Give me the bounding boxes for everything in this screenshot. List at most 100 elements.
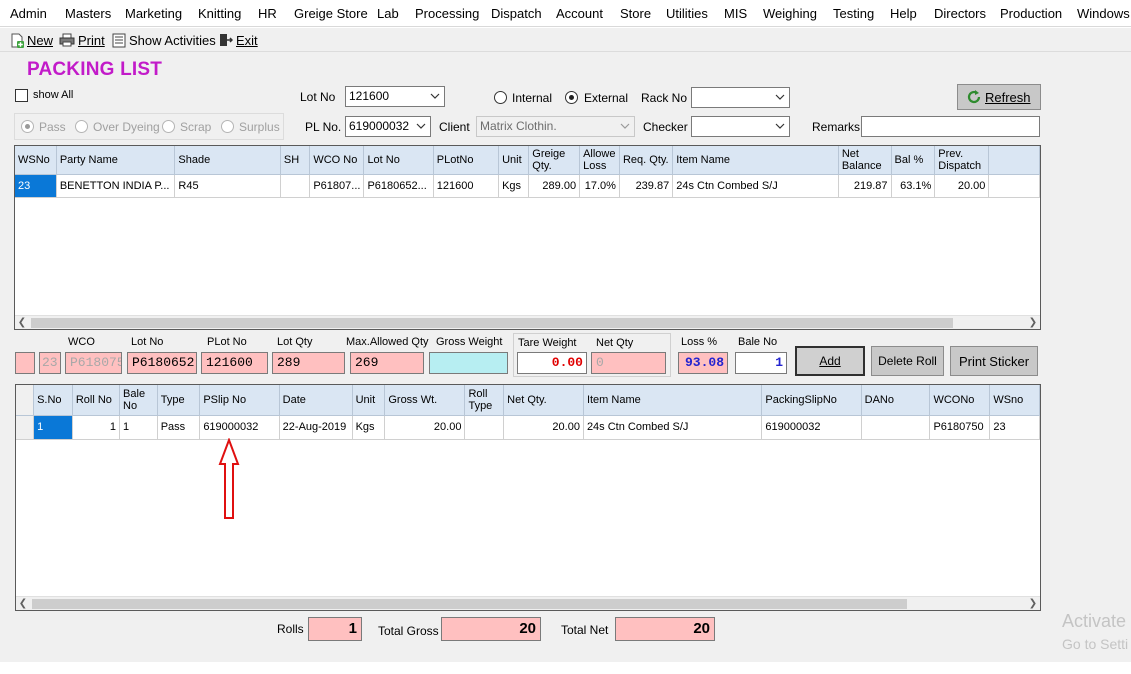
menu-admin[interactable]: Admin (10, 6, 47, 21)
table-cell[interactable]: 24s Ctn Combed S/J (583, 415, 763, 440)
new-button[interactable]: New (10, 31, 53, 49)
total-gross-field[interactable]: 20 (441, 617, 541, 641)
column-header[interactable]: Date (279, 385, 353, 416)
rack-no-combo[interactable] (691, 87, 790, 108)
gross-weight-field[interactable] (429, 352, 508, 374)
print-button[interactable]: Print (59, 31, 105, 49)
menu-store[interactable]: Store (620, 6, 651, 21)
column-header[interactable]: Party Name (56, 146, 176, 175)
menu-dispatch[interactable]: Dispatch (491, 6, 542, 21)
menu-account[interactable]: Account (556, 6, 603, 21)
table-cell[interactable]: 22-Aug-2019 (279, 415, 353, 440)
menu-windows[interactable]: Windows (1077, 6, 1130, 21)
horizontal-scrollbar[interactable]: ❮ ❯ (16, 596, 1040, 610)
scroll-right-icon[interactable]: ❯ (1026, 316, 1040, 329)
table-cell[interactable]: 239.87 (619, 174, 674, 198)
column-header[interactable]: Unit (498, 146, 530, 175)
column-header[interactable]: Net Qty. (503, 385, 584, 416)
menu-knitting[interactable]: Knitting (198, 6, 241, 21)
over-dyeing-radio[interactable] (75, 120, 88, 133)
table-cell[interactable]: 23 (15, 174, 57, 198)
table-cell[interactable]: 20.00 (503, 415, 584, 440)
table-cell[interactable]: 1 (33, 415, 73, 440)
wco-field[interactable]: P618075 (65, 352, 122, 374)
table-cell[interactable]: 619000032 (761, 415, 862, 440)
column-header[interactable]: Req. Qty. (619, 146, 674, 175)
table-cell[interactable] (861, 415, 931, 440)
column-header[interactable]: Roll Type (464, 385, 505, 416)
entry-blank-field[interactable] (15, 352, 35, 374)
table-row[interactable]: 23 BENETTON INDIA P... R45 P61807... P61… (15, 174, 1040, 198)
column-header[interactable]: PLotNo (433, 146, 500, 175)
lot-no-field[interactable]: P6180652 (127, 352, 197, 374)
horizontal-scrollbar[interactable]: ❮ ❯ (15, 315, 1040, 329)
scrollbar-thumb[interactable] (32, 599, 907, 609)
menu-masters[interactable]: Masters (65, 6, 111, 21)
column-header[interactable]: Bal % (891, 146, 936, 175)
net-qty-field[interactable]: 0 (591, 352, 666, 374)
table-cell[interactable]: 24s Ctn Combed S/J (672, 174, 839, 198)
refresh-button[interactable]: Refresh (957, 84, 1041, 110)
menu-lab[interactable]: Lab (377, 6, 399, 21)
table-cell[interactable]: 1 (119, 415, 158, 440)
column-header[interactable]: WSno (989, 385, 1040, 416)
column-header[interactable]: Item Name (672, 146, 839, 175)
column-header[interactable]: PackingSlipNo (761, 385, 862, 416)
table-cell[interactable]: 289.00 (528, 174, 581, 198)
column-header[interactable]: S.No (33, 385, 73, 416)
pl-no-combo[interactable]: 619000032 (345, 116, 431, 137)
table-cell[interactable]: 20.00 (934, 174, 990, 198)
rolls-grid[interactable]: S.No Roll No Bale No Type PSlip No Date … (15, 384, 1041, 611)
add-button[interactable]: Add (795, 346, 865, 376)
scroll-left-icon[interactable]: ❮ (15, 316, 29, 329)
table-cell[interactable]: 63.1% (891, 174, 936, 198)
table-cell[interactable]: Kgs (498, 174, 530, 198)
menu-mis[interactable]: MIS (724, 6, 747, 21)
column-header[interactable]: Roll No (72, 385, 121, 416)
column-header[interactable]: Unit (352, 385, 386, 416)
remarks-input[interactable] (861, 116, 1040, 137)
tare-weight-field[interactable]: 0.00 (517, 352, 587, 374)
delete-roll-button[interactable]: Delete Roll (871, 346, 944, 376)
column-header[interactable]: WCO No (309, 146, 365, 175)
plot-no-field[interactable]: 121600 (201, 352, 268, 374)
column-header[interactable]: Bale No (119, 385, 158, 416)
external-radio[interactable] (565, 91, 578, 104)
table-cell[interactable]: 20.00 (384, 415, 466, 440)
pass-radio[interactable] (21, 120, 34, 133)
internal-radio[interactable] (494, 91, 507, 104)
table-cell[interactable]: 121600 (433, 174, 500, 198)
table-cell[interactable]: 17.0% (579, 174, 620, 198)
column-header[interactable]: Gross Wt. (384, 385, 466, 416)
print-sticker-button[interactable]: Print Sticker (950, 346, 1038, 376)
show-all-checkbox[interactable] (15, 89, 28, 102)
menu-greige-store[interactable]: Greige Store (294, 6, 368, 21)
table-cell[interactable]: 1 (72, 415, 121, 440)
exit-button[interactable]: Exit (219, 31, 258, 49)
menu-weighing[interactable]: Weighing (763, 6, 817, 21)
column-header[interactable]: Item Name (583, 385, 763, 416)
scrollbar-thumb[interactable] (31, 318, 953, 328)
table-cell[interactable] (464, 415, 505, 440)
column-header[interactable]: Allowe Loss (579, 146, 620, 175)
menu-directors[interactable]: Directors (934, 6, 986, 21)
table-cell[interactable]: Kgs (352, 415, 386, 440)
scrap-radio[interactable] (162, 120, 175, 133)
bale-no-field[interactable]: 1 (735, 352, 787, 374)
lot-details-grid[interactable]: WSNo Party Name Shade SH WCO No Lot No P… (14, 145, 1041, 330)
menu-testing[interactable]: Testing (833, 6, 874, 21)
lot-no-combo[interactable]: 121600 (345, 86, 445, 107)
show-activities-button[interactable]: Show Activities (112, 31, 216, 49)
table-cell[interactable]: Pass (157, 415, 201, 440)
ws-no-field[interactable]: 23 (39, 352, 61, 374)
table-row[interactable]: 1 1 1 Pass 619000032 22-Aug-2019 Kgs 20.… (16, 415, 1040, 440)
menu-marketing[interactable]: Marketing (125, 6, 182, 21)
lot-qty-field[interactable]: 289 (272, 352, 345, 374)
column-header[interactable]: SH (280, 146, 311, 175)
rolls-total-field[interactable]: 1 (308, 617, 362, 641)
checker-combo[interactable] (691, 116, 790, 137)
table-cell[interactable]: 619000032 (199, 415, 280, 440)
column-header[interactable]: Net Balance (838, 146, 892, 175)
column-header[interactable]: WSNo (15, 146, 57, 175)
column-header[interactable]: DANo (861, 385, 931, 416)
